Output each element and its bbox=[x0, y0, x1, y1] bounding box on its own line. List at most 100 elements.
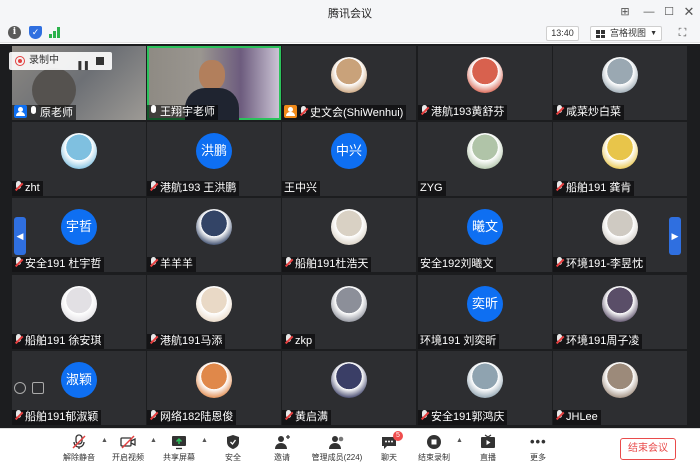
mic-muted-icon bbox=[284, 257, 293, 268]
stop-record-icon bbox=[426, 434, 442, 450]
mic-muted-icon bbox=[555, 105, 564, 116]
avatar bbox=[331, 209, 367, 245]
stop-recording-toolbar-button[interactable]: 结束录制 bbox=[412, 432, 456, 466]
participant-label: 港航193 王洪鹏 bbox=[147, 181, 240, 196]
chat-bubble-icon[interactable] bbox=[32, 382, 44, 394]
participant-name: 港航193黄舒芬 bbox=[431, 106, 505, 118]
members-icon bbox=[329, 434, 345, 450]
participant-tile[interactable]: 曦文 安全192刘曦文 bbox=[418, 198, 552, 272]
participant-tile[interactable]: 宇哲安全191 杜宇哲 bbox=[12, 198, 146, 272]
participant-label: 羊羊羊 bbox=[147, 257, 196, 272]
participant-tile[interactable]: 港航191马添 bbox=[147, 275, 281, 349]
video-options-chevron-icon[interactable]: ▲ bbox=[150, 437, 157, 444]
participant-tile[interactable]: 奕昕 环境191 刘奕昕 bbox=[418, 275, 552, 349]
avatar: 中兴 bbox=[331, 133, 367, 169]
participant-tile[interactable]: 安全191郭鸿庆 bbox=[418, 351, 552, 425]
floating-tools bbox=[14, 382, 50, 396]
start-video-button[interactable]: 开启视频 bbox=[106, 432, 150, 466]
security-button[interactable]: 安全 bbox=[211, 432, 255, 466]
recording-indicator: 录制中 ❚❚ bbox=[9, 52, 112, 70]
mic-muted-icon bbox=[420, 105, 429, 116]
avatar: 曦文 bbox=[467, 209, 503, 245]
avatar bbox=[196, 362, 232, 398]
stop-recording-label: 结束录制 bbox=[418, 453, 450, 462]
participant-name: 咸菜炒白菜 bbox=[566, 106, 621, 118]
person-silhouette bbox=[199, 60, 225, 90]
participant-name: 港航193 王洪鹏 bbox=[160, 182, 237, 194]
add-user-icon bbox=[274, 434, 290, 450]
grid-view-icon bbox=[596, 30, 605, 38]
share-screen-button[interactable]: 共享屏幕 bbox=[157, 432, 201, 466]
mic-muted-icon bbox=[14, 181, 23, 192]
mic-muted-icon bbox=[14, 257, 23, 268]
participant-tile[interactable]: 中兴 王中兴 bbox=[282, 122, 416, 196]
participant-label: 史文会(ShiWenhui) bbox=[282, 105, 407, 120]
participant-tile[interactable]: 王翔宇老师 bbox=[147, 46, 281, 120]
participant-tile[interactable]: 船舶191 徐安琪 bbox=[12, 275, 146, 349]
record-options-chevron-icon[interactable]: ▲ bbox=[456, 437, 463, 444]
chat-button[interactable]: 5 聊天 bbox=[367, 431, 411, 466]
participant-label: 港航193黄舒芬 bbox=[418, 105, 508, 120]
participant-tile[interactable]: 港航193黄舒芬 bbox=[418, 46, 552, 120]
participant-tile[interactable]: ZYG bbox=[418, 122, 552, 196]
avatar bbox=[602, 362, 638, 398]
participant-name: 船舶191郁淑颖 bbox=[25, 411, 99, 423]
mic-muted-icon bbox=[555, 257, 564, 268]
view-mode-dropdown[interactable]: 宫格视图 ▼ bbox=[590, 26, 662, 41]
participant-tile[interactable]: 环境191-李昱忱 bbox=[553, 198, 687, 272]
live-button[interactable]: 直播 bbox=[466, 432, 510, 466]
more-button[interactable]: ••• 更多 bbox=[516, 432, 560, 466]
chevron-down-icon: ▼ bbox=[650, 30, 657, 37]
participant-tile[interactable]: JHLee bbox=[553, 351, 687, 425]
participant-tile[interactable]: 咸菜炒白菜 bbox=[553, 46, 687, 120]
participant-tile[interactable]: 洪鹏 港航193 王洪鹏 bbox=[147, 122, 281, 196]
pin-icon[interactable]: ⊞ bbox=[616, 3, 634, 21]
participant-label: 安全191 杜宇哲 bbox=[12, 257, 105, 272]
share-options-chevron-icon[interactable]: ▲ bbox=[201, 437, 208, 444]
participant-name: 环境191周子凌 bbox=[566, 335, 640, 347]
meeting-info-icon[interactable]: i bbox=[8, 26, 21, 39]
share-screen-icon bbox=[171, 434, 187, 450]
participant-name: 羊羊羊 bbox=[160, 258, 193, 270]
prev-page-button[interactable]: ◀ bbox=[14, 217, 26, 255]
participant-label: 船舶191杜浩天 bbox=[282, 257, 372, 272]
invite-button[interactable]: 邀请 bbox=[260, 432, 304, 466]
next-page-button[interactable]: ▶ bbox=[669, 217, 681, 255]
pause-recording-button[interactable]: ❚❚ bbox=[76, 56, 90, 74]
stop-recording-button[interactable] bbox=[96, 57, 104, 65]
view-mode-label: 宫格视图 bbox=[610, 28, 647, 38]
avatar bbox=[602, 286, 638, 322]
participant-tile[interactable]: 史文会(ShiWenhui) bbox=[282, 46, 416, 120]
fullscreen-icon[interactable]: ⛶ bbox=[676, 27, 689, 40]
participant-name: 船舶191 龚肯 bbox=[566, 182, 632, 194]
participant-tile[interactable]: zkp bbox=[282, 275, 416, 349]
manage-members-button[interactable]: 管理成员(224) bbox=[310, 432, 364, 466]
record-icon bbox=[15, 56, 25, 66]
participant-tile[interactable]: 船舶191杜浩天 bbox=[282, 198, 416, 272]
participant-label: 王中兴 bbox=[282, 181, 320, 196]
participant-tile[interactable]: 黄启满 bbox=[282, 351, 416, 425]
close-button[interactable]: ✕ bbox=[680, 3, 698, 21]
shield-icon bbox=[225, 434, 241, 450]
security-shield-icon[interactable]: ✓ bbox=[29, 26, 42, 39]
participant-tile[interactable]: zht bbox=[12, 122, 146, 196]
network-signal-icon[interactable] bbox=[49, 27, 62, 38]
end-meeting-button[interactable]: 结束会议 bbox=[620, 438, 676, 460]
participant-tile[interactable]: 船舶191 龚肯 bbox=[553, 122, 687, 196]
unmute-button[interactable]: 解除静音 bbox=[57, 432, 101, 466]
participant-label: 原老师 bbox=[12, 105, 76, 120]
participant-label: 港航191马添 bbox=[147, 334, 226, 349]
participant-label: 船舶191 龚肯 bbox=[553, 181, 635, 196]
video-off-icon bbox=[120, 434, 136, 450]
participant-tile[interactable]: 环境191周子凌 bbox=[553, 275, 687, 349]
participant-name: 港航191马添 bbox=[160, 335, 223, 347]
invite-label: 邀请 bbox=[274, 453, 290, 462]
emoji-icon[interactable] bbox=[14, 382, 26, 394]
participant-label: 船舶191 徐安琪 bbox=[12, 334, 105, 349]
avatar: 宇哲 bbox=[61, 209, 97, 245]
participant-name: 安全191 杜宇哲 bbox=[25, 258, 102, 270]
minimize-button[interactable]: — bbox=[640, 3, 658, 21]
participant-tile[interactable]: 羊羊羊 bbox=[147, 198, 281, 272]
participant-tile[interactable]: 网络182陆恩俊 bbox=[147, 351, 281, 425]
maximize-button[interactable]: ☐ bbox=[660, 3, 678, 21]
